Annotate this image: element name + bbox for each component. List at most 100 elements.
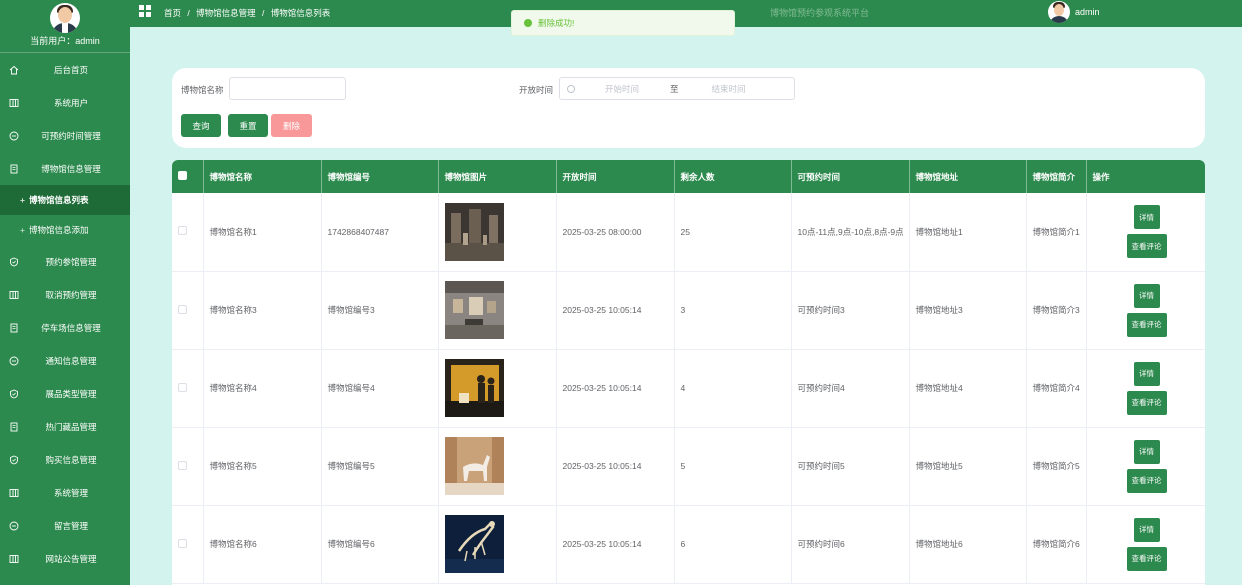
sidebar-item-1[interactable]: 系统用户 [0, 86, 130, 119]
cell-image [438, 193, 557, 272]
detail-button[interactable]: 详情 [1133, 517, 1160, 542]
submenu-label: 博物馆信息添加 [28, 225, 89, 235]
museum-image[interactable] [444, 437, 556, 495]
sidebar-item-b1[interactable]: 取消预约管理 [0, 278, 130, 311]
select-all-cell [172, 160, 204, 193]
cell-intro: 博物馆简介4 [1026, 349, 1087, 428]
sidebar-item-b2[interactable]: 停车场信息管理 [0, 311, 130, 344]
row-checkbox[interactable] [178, 304, 187, 314]
row-select-cell [172, 193, 204, 272]
table-row: 博物馆名称5 博物馆编号5 2025-03-25 10:05:14 5 可预约时间5 博物… [172, 427, 1205, 506]
view-reviews-button[interactable]: 查看评论 [1126, 468, 1167, 493]
breadcrumb-home[interactable]: 首页 [164, 8, 181, 18]
query-button[interactable]: 查询 [181, 114, 221, 137]
museum-image[interactable] [444, 202, 556, 261]
cell-image [438, 427, 557, 506]
sidebar-item-2[interactable]: 可预约时间管理 [0, 119, 130, 152]
detail-button[interactable]: 详情 [1133, 283, 1160, 308]
cell-open-time: 2025-03-25 10:05:14 [556, 427, 675, 506]
plus-icon: + [20, 225, 25, 235]
cell-actions: 详情 查看评论 [1086, 349, 1205, 428]
row-select-cell [172, 427, 204, 506]
view-reviews-button[interactable]: 查看评论 [1126, 234, 1167, 259]
museum-image[interactable] [444, 281, 556, 339]
cell-code: 博物馆编号3 [321, 271, 439, 350]
sidebar-subitem-0[interactable]: + 博物馆信息列表 [0, 185, 130, 215]
museum-image[interactable] [444, 515, 556, 573]
sidebar-item-b7[interactable]: 系统管理 [0, 476, 130, 509]
sidebar-item-3[interactable]: 博物馆信息管理 [0, 152, 130, 185]
menu-toggle-icon[interactable] [139, 5, 151, 17]
sidebar-item-b0[interactable]: 预约参馆管理 [0, 245, 130, 278]
view-reviews-button[interactable]: 查看评论 [1126, 390, 1167, 415]
cell-code: 博物馆编号5 [321, 427, 439, 506]
col-header: 操作 [1086, 160, 1205, 193]
grid-icon [8, 487, 19, 498]
select-all-checkbox[interactable] [178, 171, 187, 180]
row-checkbox[interactable] [178, 460, 187, 470]
sidebar-item-b3[interactable]: 通知信息管理 [0, 344, 130, 377]
sidebar-item-0[interactable]: 后台首页 [0, 53, 130, 86]
row-checkbox[interactable] [178, 226, 187, 236]
open-time-range[interactable]: 开始时间 至 结束时间 [559, 77, 795, 100]
museum-name-input[interactable] [229, 77, 346, 100]
view-reviews-button[interactable]: 查看评论 [1126, 312, 1167, 337]
start-time-placeholder[interactable]: 开始时间 [605, 83, 645, 95]
chat-icon [8, 355, 19, 366]
top-username: admin [1075, 7, 1100, 17]
sidebar-item-b5[interactable]: 热门藏品管理 [0, 410, 130, 443]
detail-button[interactable]: 详情 [1133, 205, 1160, 230]
row-checkbox[interactable] [178, 538, 187, 548]
row-checkbox[interactable] [178, 382, 187, 392]
menu-item-label: 取消预约管理 [45, 289, 97, 300]
cell-address: 博物馆地址3 [909, 271, 1027, 350]
doc-icon [8, 322, 19, 333]
col-header: 剩余人数 [674, 160, 792, 193]
cell-slots: 10点-11点,9点-10点,8点-9点 [791, 193, 910, 272]
sidebar-subitem-1[interactable]: + 博物馆信息添加 [0, 215, 130, 245]
sidebar-item-b4[interactable]: 展品类型管理 [0, 377, 130, 410]
shield-icon [8, 388, 19, 399]
end-time-placeholder[interactable]: 结束时间 [712, 83, 746, 95]
avatar [50, 3, 80, 33]
chat-icon [8, 130, 19, 141]
col-header: 可预约时间 [791, 160, 910, 193]
top-user[interactable]: admin [1048, 0, 1100, 24]
menu-item-label: 购买信息管理 [45, 454, 97, 465]
current-user-label: 当前用户：admin [30, 36, 100, 46]
row-select-cell [172, 271, 204, 350]
toast-message: 删除成功! [538, 18, 575, 28]
top-avatar [1048, 1, 1070, 23]
view-reviews-button[interactable]: 查看评论 [1126, 546, 1167, 571]
shield-icon [8, 454, 19, 465]
check-circle-icon [524, 19, 532, 27]
cell-intro: 博物馆简介6 [1026, 505, 1087, 584]
cell-address: 博物馆地址1 [909, 193, 1027, 272]
cell-name: 博物馆名称5 [203, 427, 322, 506]
menu-item-label: 可预约时间管理 [41, 130, 101, 141]
museum-image[interactable] [444, 359, 556, 417]
sidebar-item-b9[interactable]: 网站公告管理 [0, 542, 130, 575]
delete-button[interactable]: 删除 [271, 114, 312, 137]
cell-actions: 详情 查看评论 [1086, 505, 1205, 584]
sidebar-item-b6[interactable]: 购买信息管理 [0, 443, 130, 476]
breadcrumb-museum-mgmt[interactable]: 博物馆信息管理 [196, 8, 256, 18]
detail-button[interactable]: 详情 [1133, 439, 1160, 464]
shield-icon [8, 256, 19, 267]
menu-item-label: 展品类型管理 [45, 388, 97, 399]
sidebar: 当前用户：admin 后台首页 系统用户 可预约时间管理 博物馆信息管理 + 博物馆信息… [0, 0, 130, 585]
chat-icon [8, 520, 19, 531]
reset-button[interactable]: 重置 [228, 114, 268, 137]
cell-slots: 可预约时间3 [791, 271, 910, 350]
col-header: 博物馆图片 [438, 160, 557, 193]
cell-open-time: 2025-03-25 08:00:00 [556, 193, 675, 272]
detail-button[interactable]: 详情 [1133, 361, 1160, 386]
table-row: 博物馆名称4 博物馆编号4 2025-03-25 10:05:14 4 可预约时间4 博物… [172, 349, 1205, 428]
breadcrumb-sep: / [262, 8, 265, 18]
submenu-label: 博物馆信息列表 [28, 195, 89, 205]
cell-remaining: 3 [674, 271, 792, 350]
row-select-cell [172, 349, 204, 428]
plus-icon: + [20, 195, 25, 205]
sidebar-item-b8[interactable]: 留言管理 [0, 509, 130, 542]
col-header: 博物馆编号 [321, 160, 439, 193]
